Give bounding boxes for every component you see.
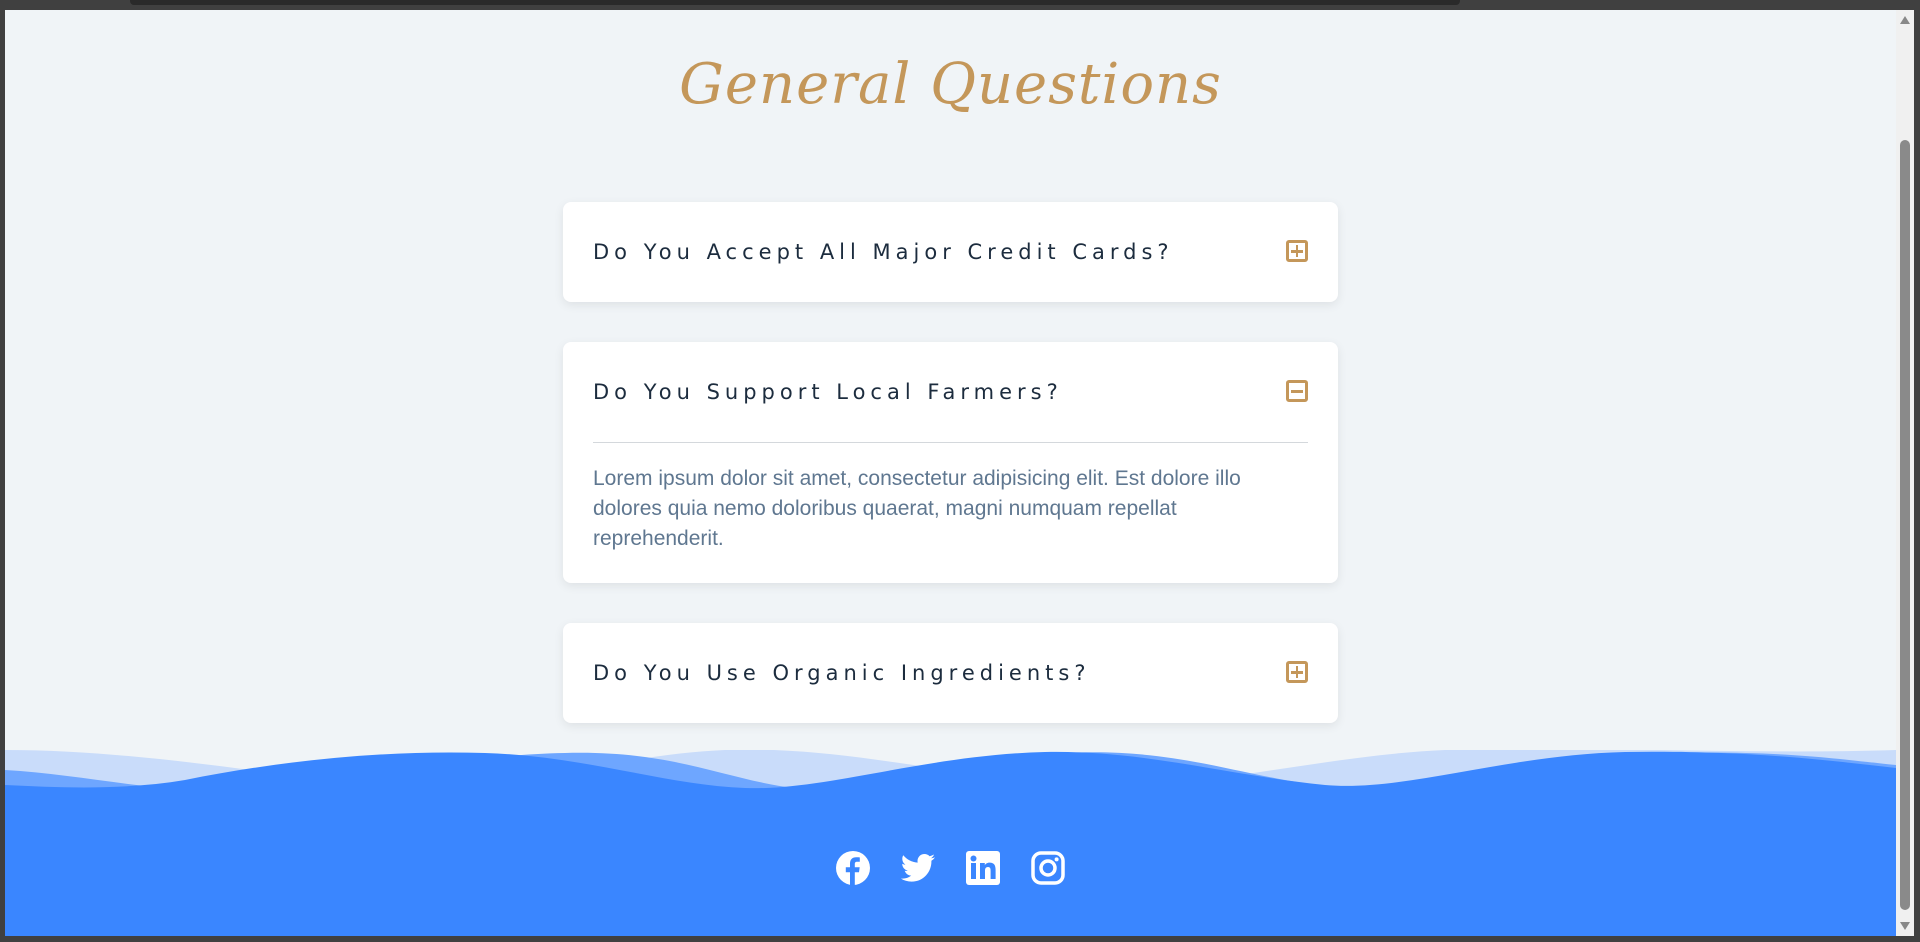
facebook-icon[interactable]	[835, 850, 871, 886]
scroll-down-icon[interactable]	[1900, 922, 1910, 930]
faq-answer: Lorem ipsum dolor sit amet, consectetur …	[593, 467, 1241, 550]
scroll-up-icon[interactable]	[1900, 16, 1910, 24]
social-links	[5, 850, 1896, 886]
twitter-icon[interactable]	[900, 850, 936, 886]
browser-viewport: General Questions Do You Accept All Majo…	[5, 10, 1896, 936]
faq-divider	[593, 442, 1308, 443]
faq-header[interactable]: Do You Use Organic Ingredients?	[563, 623, 1338, 723]
vertical-scrollbar[interactable]	[1896, 10, 1914, 936]
scrollbar-thumb[interactable]	[1900, 140, 1910, 910]
faq-question: Do You Accept All Major Credit Cards?	[593, 240, 1174, 264]
faq-item-local-farmers: Do You Support Local Farmers? Lorem ipsu…	[563, 342, 1338, 583]
faq-header[interactable]: Do You Accept All Major Credit Cards?	[563, 202, 1338, 302]
footer-waves	[5, 750, 1896, 936]
linkedin-icon[interactable]	[965, 850, 1001, 886]
faq-question: Do You Support Local Farmers?	[593, 380, 1063, 404]
plus-square-icon[interactable]	[1286, 240, 1308, 262]
plus-square-icon[interactable]	[1286, 661, 1308, 683]
faq-question: Do You Use Organic Ingredients?	[593, 661, 1091, 685]
page-title: General Questions	[679, 52, 1222, 117]
window-top-bar	[130, 0, 1460, 5]
faq-item-organic-ingredients: Do You Use Organic Ingredients?	[563, 623, 1338, 723]
instagram-icon[interactable]	[1030, 850, 1066, 886]
faq-header[interactable]: Do You Support Local Farmers?	[563, 342, 1338, 442]
minus-square-icon[interactable]	[1286, 380, 1308, 402]
faq-item-credit-cards: Do You Accept All Major Credit Cards?	[563, 202, 1338, 302]
footer	[5, 750, 1896, 936]
